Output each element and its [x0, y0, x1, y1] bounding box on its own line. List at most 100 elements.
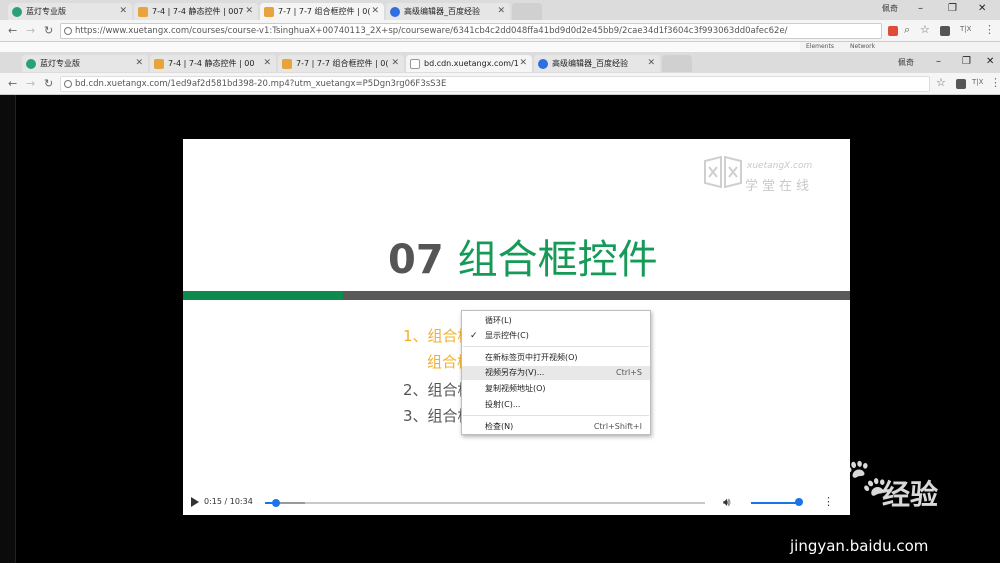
- logo-domain: xuetangX.com: [747, 161, 813, 171]
- watermark-brand-suffix: 经验: [882, 478, 939, 511]
- menu-item-copy-address[interactable]: 复制视频地址(O): [462, 382, 650, 396]
- checkmark-icon: ✓: [470, 331, 478, 341]
- translate-icon[interactable]: T|X: [960, 25, 971, 33]
- reload-icon[interactable]: ↻: [44, 24, 53, 37]
- menu-item-label: 视频另存为(V)...: [485, 368, 545, 377]
- front-tab-baidu[interactable]: 高级编辑器_百度经验 ✕: [534, 55, 660, 72]
- baidu-paw-icon: [390, 6, 400, 17]
- seek-bar[interactable]: [265, 499, 705, 507]
- lock-icon: [64, 27, 72, 35]
- reload-icon[interactable]: ↻: [44, 77, 53, 90]
- back-tab-7-7[interactable]: 7-7 | 7-7 组合框控件 | 0( ✕: [260, 3, 384, 20]
- menu-separator: [463, 346, 649, 347]
- close-icon[interactable]: ✕: [263, 58, 271, 68]
- tab-label: 蓝灯专业版: [26, 7, 66, 16]
- close-icon[interactable]: ✕: [245, 6, 253, 16]
- close-window-icon[interactable]: ✕: [978, 3, 986, 14]
- menu-icon[interactable]: ⋮: [990, 76, 1000, 89]
- translate-icon[interactable]: T|X: [972, 78, 983, 86]
- url-text: https://www.xuetangx.com/courses/course-…: [75, 26, 788, 36]
- new-tab-button[interactable]: [662, 55, 692, 72]
- back-arrow-icon[interactable]: ←: [8, 77, 17, 90]
- tab-label: 高级编辑器_百度经验: [404, 7, 480, 16]
- back-arrow-icon[interactable]: ←: [8, 24, 17, 37]
- menu-item-shortcut: Ctrl+S: [615, 368, 642, 377]
- front-tab-bar: 蓝灯专业版 ✕ 7-4 | 7-4 静态控件 | 00 ✕ 7-7 | 7-7 …: [0, 52, 1000, 73]
- play-icon[interactable]: [191, 497, 199, 507]
- extension-icon[interactable]: [940, 26, 950, 36]
- watermark-url: jingyan.baidu.com: [790, 537, 929, 555]
- close-icon[interactable]: ✕: [391, 58, 399, 68]
- front-tab-7-4[interactable]: 7-4 | 7-4 静态控件 | 00 ✕: [150, 55, 276, 72]
- tab-label: 7-4 | 7-4 静态控件 | 007: [152, 7, 244, 16]
- title-underline-gray: [343, 291, 850, 300]
- slide-title: 07 组合框控件: [388, 227, 658, 285]
- menu-item-save-video[interactable]: 视频另存为(V)... Ctrl+S: [462, 366, 650, 380]
- tab-label: 蓝灯专业版: [40, 59, 80, 68]
- back-page-body: [0, 42, 800, 52]
- restore-icon[interactable]: ❐: [948, 3, 957, 14]
- watermark-brand: Bai: [770, 463, 841, 507]
- title-number: 07: [388, 237, 444, 283]
- star-icon[interactable]: ☆: [936, 76, 946, 89]
- info-icon: [64, 80, 72, 88]
- menu-item-label: 复制视频地址(O): [485, 384, 546, 393]
- menu-item-inspect[interactable]: 检查(N) Ctrl+Shift+I: [462, 420, 650, 434]
- menu-item-cast[interactable]: 投射(C)...: [462, 398, 650, 412]
- menu-item-label: 循环(L): [485, 316, 512, 325]
- restore-icon[interactable]: ❐: [962, 56, 971, 67]
- close-icon[interactable]: ✕: [647, 58, 655, 68]
- volume-icon[interactable]: 🔊︎: [723, 495, 731, 510]
- tab-label: 7-7 | 7-7 组合框控件 | 0(: [278, 7, 371, 16]
- menu-item-open-new-tab[interactable]: 在新标签页中打开视频(O): [462, 351, 650, 365]
- menu-item-show-controls[interactable]: ✓ 显示控件(C): [462, 329, 650, 343]
- seek-knob[interactable]: [271, 499, 280, 507]
- tab-label: 7-7 | 7-7 组合框控件 | 0(: [296, 59, 389, 68]
- profile-name[interactable]: 佩奇: [882, 3, 898, 14]
- star-icon[interactable]: ☆: [920, 23, 930, 36]
- close-icon[interactable]: ✕: [371, 6, 379, 16]
- page-icon: [410, 58, 420, 69]
- close-icon[interactable]: ✕: [135, 58, 143, 68]
- new-tab-button[interactable]: [512, 3, 542, 20]
- devtools-tab-network[interactable]: Network: [850, 43, 875, 50]
- back-tab-baidu[interactable]: 高级编辑器_百度经验 ✕: [386, 3, 510, 20]
- menu-item-label: 在新标签页中打开视频(O): [485, 353, 578, 362]
- menu-item-label: 显示控件(C): [485, 331, 529, 340]
- front-tab-7-7[interactable]: 7-7 | 7-7 组合框控件 | 0( ✕: [278, 55, 404, 72]
- lantern-icon: [12, 6, 22, 17]
- logo-name: 学堂在线: [745, 179, 814, 194]
- extension-icon[interactable]: [888, 26, 898, 36]
- menu-item-loop[interactable]: 循环(L): [462, 314, 650, 328]
- close-icon[interactable]: ✕: [497, 6, 505, 16]
- back-url-field[interactable]: https://www.xuetangx.com/courses/course-…: [60, 23, 882, 39]
- close-icon[interactable]: ✕: [519, 58, 527, 68]
- close-icon[interactable]: ✕: [119, 6, 127, 16]
- time-display: 0:15 / 10:34: [204, 497, 253, 506]
- xuetangx-icon: [138, 6, 148, 17]
- profile-name[interactable]: 佩奇: [898, 57, 914, 68]
- video-controls: 0:15 / 10:34 🔊︎ ⋮: [183, 489, 850, 515]
- devtools-tab-elements[interactable]: Elements: [806, 43, 834, 50]
- title-underline-green: [183, 291, 343, 300]
- menu-item-label: 投射(C)...: [485, 400, 521, 409]
- back-tab-landeng[interactable]: 蓝灯专业版 ✕: [8, 3, 132, 20]
- minimize-icon[interactable]: –: [918, 3, 923, 14]
- back-address-bar: ← → ↻ https://www.xuetangx.com/courses/c…: [0, 20, 1000, 42]
- xuetangx-logo-icon: [704, 155, 742, 189]
- minimize-icon[interactable]: –: [936, 56, 941, 67]
- extension-icon[interactable]: [956, 79, 966, 89]
- baidu-paw-icon: [538, 58, 548, 69]
- forward-arrow-icon[interactable]: →: [26, 24, 35, 37]
- front-url-field[interactable]: bd.cdn.xuetangx.com/1ed9af2d581bd398-20.…: [60, 76, 930, 92]
- back-tab-7-4[interactable]: 7-4 | 7-4 静态控件 | 007 ✕: [134, 3, 258, 20]
- title-text: 组合框控件: [457, 237, 658, 283]
- search-icon[interactable]: ⌕: [904, 23, 910, 37]
- front-tab-landeng[interactable]: 蓝灯专业版 ✕: [22, 55, 148, 72]
- front-tab-video[interactable]: bd.cdn.xuetangx.com/1 ✕: [406, 55, 532, 72]
- forward-arrow-icon[interactable]: →: [26, 77, 35, 90]
- close-window-icon[interactable]: ✕: [986, 56, 994, 67]
- xuetangx-logo: xuetangX.com 学堂在线: [703, 153, 833, 194]
- menu-icon[interactable]: ⋮: [984, 23, 995, 36]
- tab-label: 7-4 | 7-4 静态控件 | 00: [168, 59, 255, 68]
